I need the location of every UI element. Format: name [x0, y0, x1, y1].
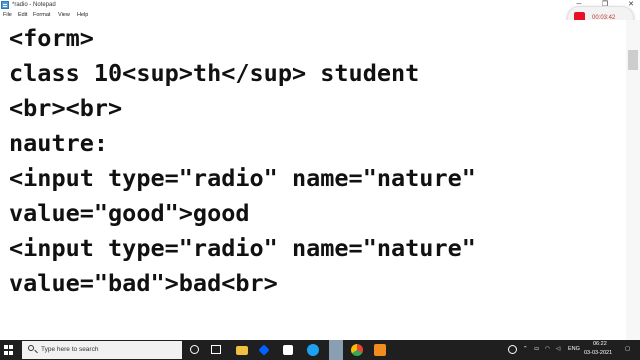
text-editor-area[interactable]: <form> class 10<sup>th</sup> student <br… [0, 20, 626, 340]
windows-start-icon[interactable] [4, 345, 14, 355]
notepad-app-icon [1, 1, 9, 9]
code-line-2: class 10<sup>th</sup> student [9, 59, 420, 87]
help-circle-icon[interactable] [508, 345, 517, 354]
notification-icon[interactable]: ▢ [625, 346, 630, 352]
search-icon [28, 345, 34, 351]
cortana-icon[interactable] [190, 345, 199, 354]
taskbar: Type here to search ⌃ ▭ ◠ ◁ ENG 06:22 03… [0, 340, 640, 360]
menu-file[interactable]: File [3, 11, 12, 20]
notepad-icon[interactable] [329, 340, 343, 360]
code-line-1: <form> [9, 24, 94, 52]
volume-icon[interactable]: ◁ [556, 346, 560, 352]
clock-time[interactable]: 06:22 [593, 341, 607, 347]
taskbar-search-box[interactable]: Type here to search [22, 341, 182, 359]
menu-format[interactable]: Format [33, 11, 50, 20]
chrome-icon[interactable] [351, 344, 363, 356]
code-line-3: <br><br> [9, 94, 123, 122]
search-placeholder: Type here to search [41, 346, 99, 353]
menu-view[interactable]: View [58, 11, 70, 20]
menu-bar: File Edit Format View Help [0, 11, 640, 20]
menu-help[interactable]: Help [77, 11, 88, 20]
dropbox-icon[interactable] [258, 344, 270, 356]
vertical-scrollbar[interactable] [626, 20, 640, 340]
network-icon[interactable]: ▭ [534, 346, 539, 352]
code-line-8: value="bad">bad<br> [9, 269, 278, 297]
app-orange-icon[interactable] [374, 344, 386, 356]
code-line-6: value="good">good [9, 199, 250, 227]
file-explorer-icon[interactable] [236, 346, 248, 355]
code-line-5: <input type="radio" name="nature" [9, 164, 476, 192]
code-line-7: <input type="radio" name="nature" [9, 234, 476, 262]
window-title: *radio - Notepad [12, 2, 56, 8]
task-view-icon[interactable] [211, 345, 221, 354]
edge-icon[interactable] [307, 344, 319, 356]
tray-chevron-icon[interactable]: ⌃ [523, 346, 528, 352]
title-bar: *radio - Notepad ─ ❐ ✕ [0, 0, 640, 11]
menu-edit[interactable]: Edit [18, 11, 27, 20]
wifi-icon[interactable]: ◠ [545, 346, 550, 352]
clock-date[interactable]: 03-03-2021 [584, 350, 612, 356]
code-line-4: nautre: [9, 129, 109, 157]
store-icon[interactable] [283, 345, 293, 355]
keyboard-language[interactable]: ENG [568, 346, 580, 352]
scrollbar-thumb[interactable] [628, 50, 638, 70]
